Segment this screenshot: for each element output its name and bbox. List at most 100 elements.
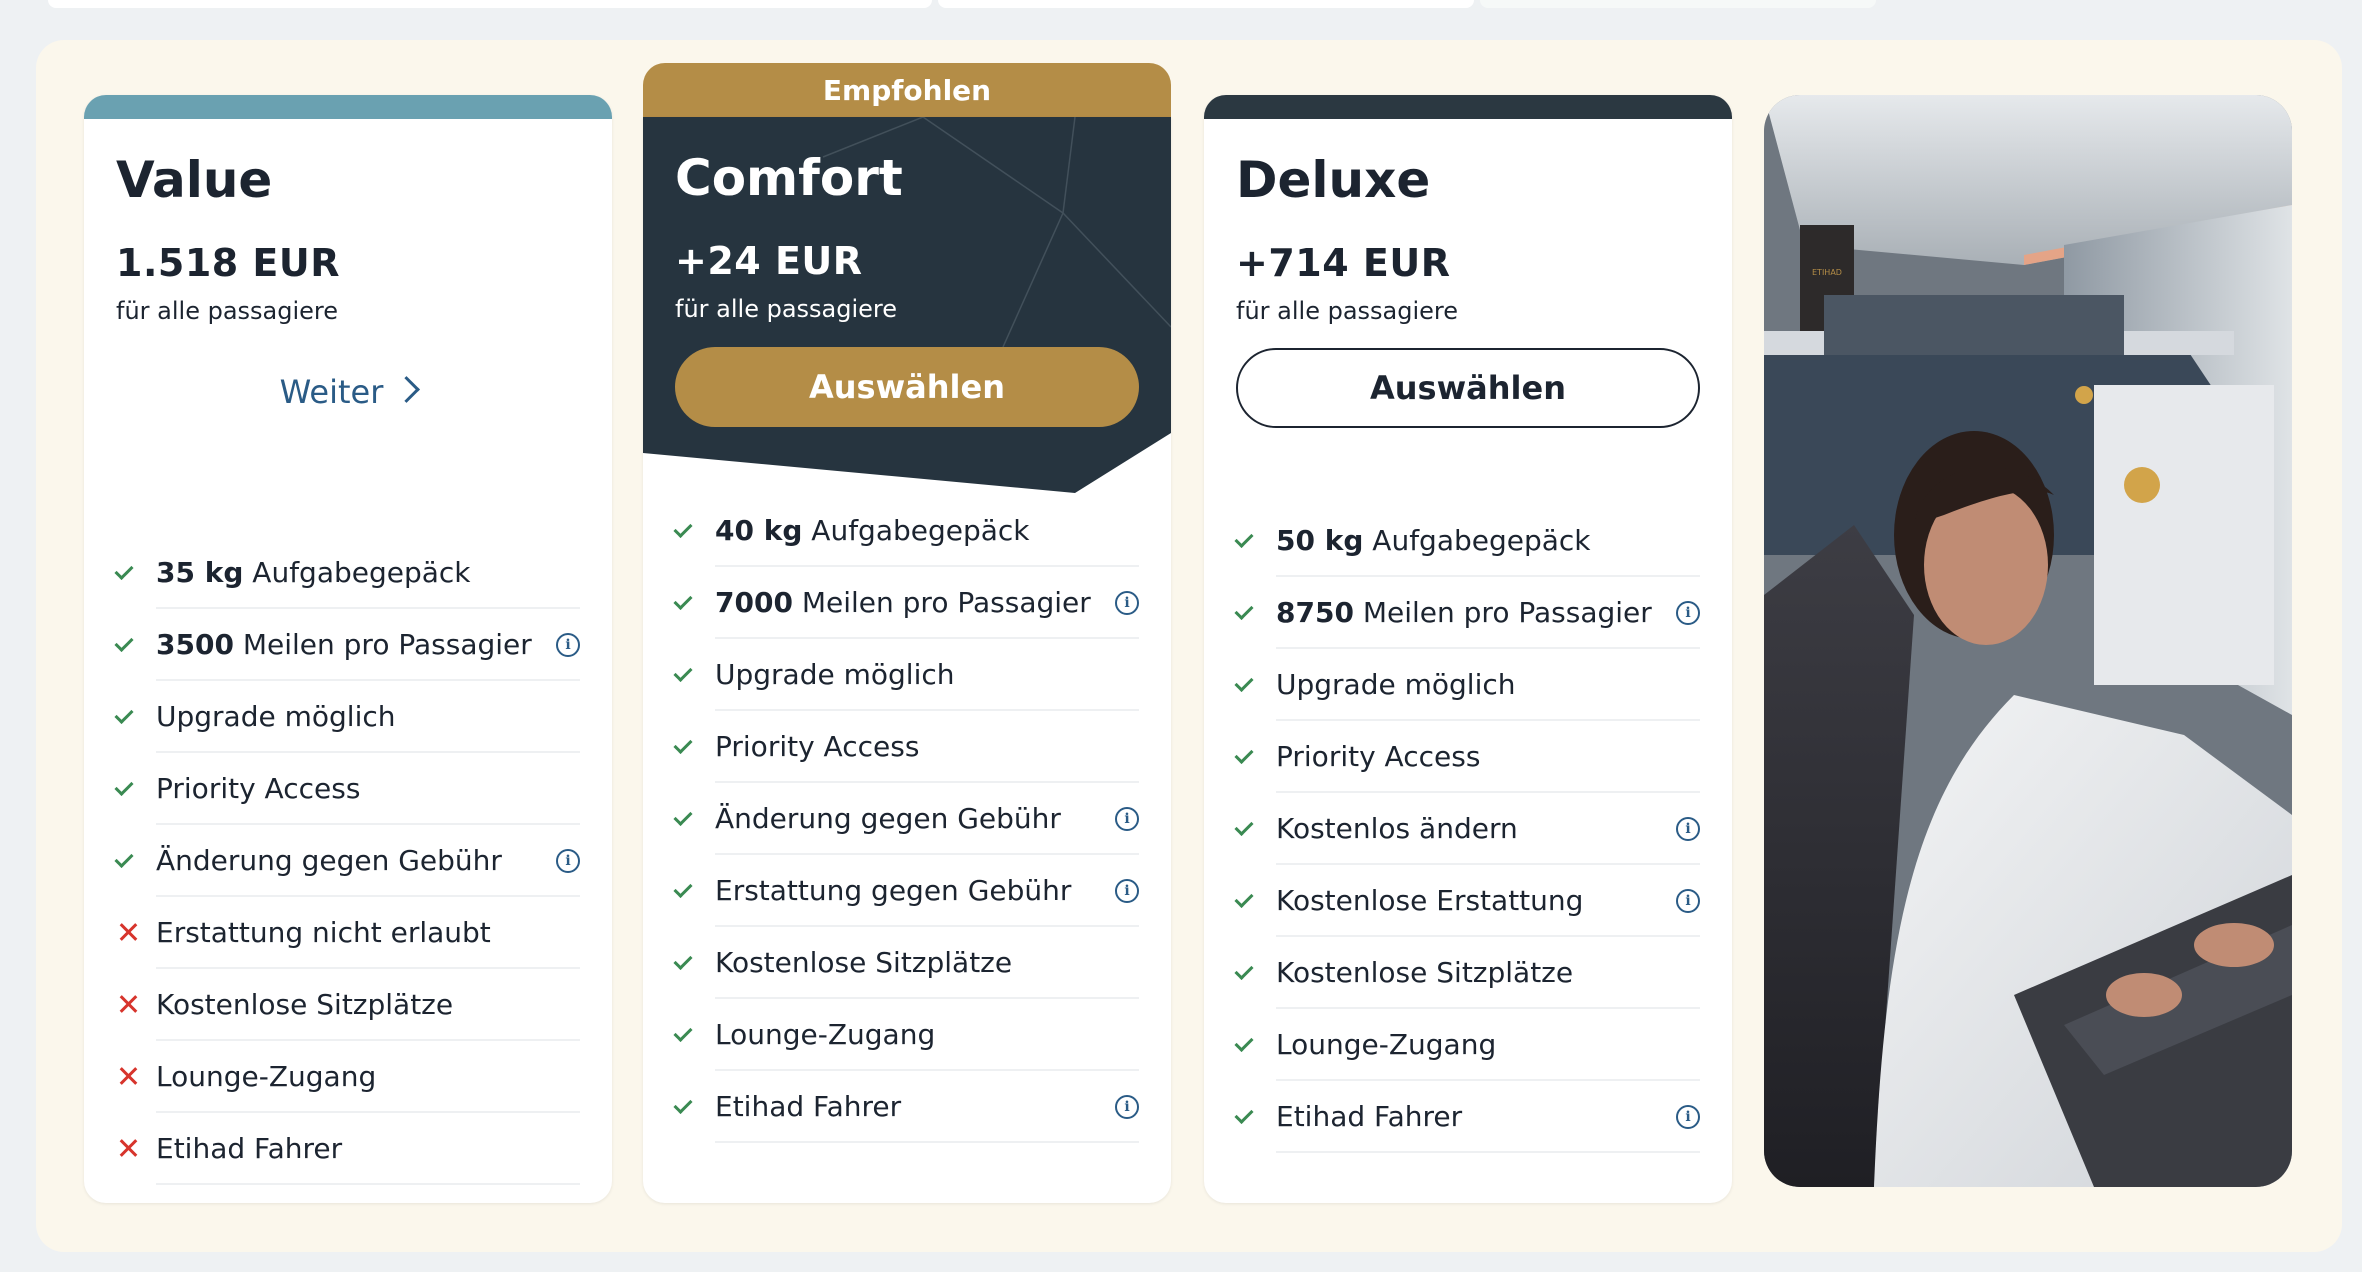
feature-text: Meilen pro Passagier — [1353, 595, 1652, 629]
feature-text: Etihad Fahrer — [715, 1089, 902, 1123]
cross-icon — [116, 920, 140, 944]
feature-label: Kostenlose Sitzplätze — [715, 946, 1012, 979]
cross-icon — [116, 1064, 140, 1088]
info-icon[interactable]: i — [556, 849, 580, 873]
feature-label: Erstattung gegen Gebühr — [715, 874, 1071, 907]
feature-label: Kostenlose Erstattung — [1276, 884, 1583, 917]
feature-label: Lounge-Zugang — [1276, 1028, 1496, 1061]
tab-segment[interactable] — [938, 0, 1474, 8]
feature-label: 8750 Meilen pro Passagier — [1276, 596, 1652, 629]
feature-label: Änderung gegen Gebühr — [156, 844, 502, 877]
feature-item: Priority Access — [715, 711, 1139, 783]
feature-item: Etihad Fahrer i — [1276, 1081, 1700, 1153]
check-icon — [675, 590, 699, 614]
check-icon — [1236, 816, 1260, 840]
feature-label: Änderung gegen Gebühr — [715, 802, 1061, 835]
feature-label: 3500 Meilen pro Passagier — [156, 628, 532, 661]
feature-text: Etihad Fahrer — [156, 1131, 343, 1165]
select-comfort-button[interactable]: Auswählen — [675, 347, 1139, 427]
feature-label: Priority Access — [1276, 740, 1480, 773]
feature-text: Meilen pro Passagier — [233, 627, 532, 661]
check-icon — [116, 632, 140, 656]
feature-label: Lounge-Zugang — [156, 1060, 376, 1093]
feature-item: Kostenlose Sitzplätze — [715, 927, 1139, 999]
feature-item: Etihad Fahrer i — [715, 1071, 1139, 1143]
check-icon — [116, 776, 140, 800]
check-icon — [1236, 744, 1260, 768]
fare-price-note: für alle passagiere — [1236, 297, 1459, 325]
feature-highlight: 7000 — [715, 585, 793, 619]
feature-text: Erstattung nicht erlaubt — [156, 915, 491, 949]
feature-label: Etihad Fahrer — [1276, 1100, 1462, 1133]
check-icon — [116, 848, 140, 872]
feature-label: Kostenlos ändern — [1276, 812, 1518, 845]
feature-highlight: 8750 — [1276, 595, 1354, 629]
feature-label: Etihad Fahrer — [156, 1132, 342, 1165]
info-icon[interactable]: i — [1676, 817, 1700, 841]
business-class-cabin-photo: ETIHAD — [1764, 95, 2292, 1187]
feature-highlight: 40 kg — [715, 513, 803, 547]
info-icon[interactable]: i — [1115, 591, 1139, 615]
feature-text: Aufgabegepäck — [802, 513, 1030, 547]
feature-item: Kostenlose Sitzplätze — [156, 969, 580, 1041]
check-icon — [1236, 600, 1260, 624]
feature-text: Erstattung gegen Gebühr — [715, 873, 1072, 907]
check-icon — [675, 518, 699, 542]
chevron-right-icon — [393, 376, 421, 403]
feature-item: Erstattung nicht erlaubt — [156, 897, 580, 969]
cross-icon — [116, 1136, 140, 1160]
etihad-logo: ETIHAD — [1812, 268, 1842, 277]
info-icon[interactable]: i — [1676, 601, 1700, 625]
fare-feature-list: 40 kg Aufgabegepäck 7000 Meilen pro Passa… — [675, 495, 1139, 1143]
feature-text: Upgrade möglich — [1276, 667, 1516, 701]
feature-text: Änderung gegen Gebühr — [715, 801, 1061, 835]
feature-item: 7000 Meilen pro Passagier i — [715, 567, 1139, 639]
info-icon[interactable]: i — [1676, 889, 1700, 913]
cabin-illustration: ETIHAD — [1764, 95, 2292, 1187]
feature-item: Priority Access — [1276, 721, 1700, 793]
check-icon — [675, 878, 699, 902]
fare-price: +24 EUR — [675, 239, 863, 283]
info-icon[interactable]: i — [1676, 1105, 1700, 1129]
info-icon[interactable]: i — [556, 633, 580, 657]
feature-label: 35 kg Aufgabegepäck — [156, 556, 471, 589]
feature-highlight: 50 kg — [1276, 523, 1364, 557]
feature-item: Änderung gegen Gebühr i — [715, 783, 1139, 855]
check-icon — [675, 1022, 699, 1046]
feature-item: Upgrade möglich — [715, 639, 1139, 711]
tab-segment[interactable] — [48, 0, 932, 8]
feature-label: Priority Access — [156, 772, 360, 805]
feature-label: Lounge-Zugang — [715, 1018, 935, 1051]
feature-highlight: 3500 — [156, 627, 234, 661]
feature-item: Lounge-Zugang — [1276, 1009, 1700, 1081]
feature-label: 50 kg Aufgabegepäck — [1276, 524, 1591, 557]
feature-item: Änderung gegen Gebühr i — [156, 825, 580, 897]
feature-item: Erstattung gegen Gebühr i — [715, 855, 1139, 927]
feature-text: Aufgabegepäck — [1363, 523, 1591, 557]
fare-card-body: Comfort +24 EUR für alle passagiere Ausw… — [643, 117, 1171, 1203]
feature-item: Kostenlose Sitzplätze — [1276, 937, 1700, 1009]
select-deluxe-button[interactable]: Auswählen — [1236, 348, 1700, 428]
feature-label: Erstattung nicht erlaubt — [156, 916, 491, 949]
check-icon — [116, 560, 140, 584]
tab-segment[interactable] — [1480, 0, 1876, 8]
info-icon[interactable]: i — [1115, 1095, 1139, 1119]
check-icon — [1236, 888, 1260, 912]
feature-text: Änderung gegen Gebühr — [156, 843, 502, 877]
feature-label: Upgrade möglich — [156, 700, 396, 733]
info-icon[interactable]: i — [1115, 879, 1139, 903]
fare-feature-list: 35 kg Aufgabegepäck 3500 Meilen pro Passa… — [116, 537, 580, 1185]
fare-name: Value — [116, 151, 273, 209]
feature-label: Etihad Fahrer — [715, 1090, 901, 1123]
feature-text: Aufgabegepäck — [243, 555, 471, 589]
top-tabs-strip — [0, 0, 2362, 20]
fare-card-comfort: Empfohlen Comfort +24 EUR für alle passa… — [643, 63, 1171, 1203]
feature-text: Kostenlose Erstattung — [1276, 883, 1584, 917]
feature-text: Kostenlose Sitzplätze — [715, 945, 1013, 979]
info-icon[interactable]: i — [1115, 807, 1139, 831]
continue-link[interactable]: Weiter — [84, 373, 612, 411]
fare-price-note: für alle passagiere — [675, 295, 898, 323]
feature-label: Upgrade möglich — [715, 658, 955, 691]
feature-text: Lounge-Zugang — [156, 1059, 377, 1093]
feature-item: Lounge-Zugang — [715, 999, 1139, 1071]
